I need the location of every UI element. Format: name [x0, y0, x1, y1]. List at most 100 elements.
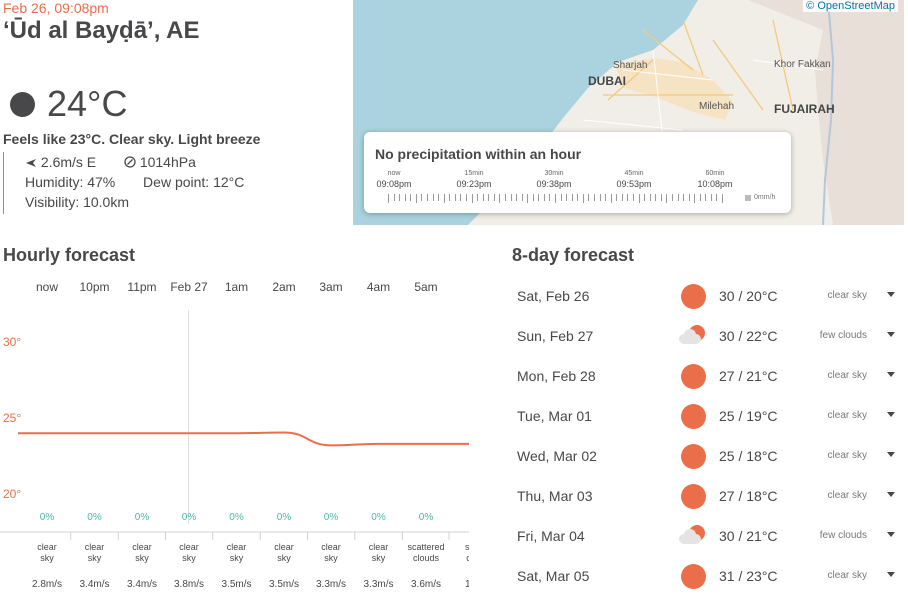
day-description: clear sky — [827, 370, 867, 381]
precip-tick — [443, 194, 445, 203]
wind-value: 2.6m/s E — [40, 154, 97, 170]
precip-tick — [594, 194, 595, 201]
hour-label: 3am — [319, 280, 343, 294]
day-description: clear sky — [827, 570, 867, 581]
precip-tick — [699, 194, 701, 201]
hour-wind: 1.8 — [465, 579, 469, 590]
chevron-down-icon[interactable] — [887, 292, 895, 297]
precip-tick — [521, 194, 523, 201]
map-label-milehah: Milehah — [699, 101, 735, 112]
precip-probability: 0% — [418, 512, 434, 523]
precip-tick — [571, 194, 573, 201]
precip-probability: 0% — [229, 512, 244, 523]
day-description: clear sky — [827, 490, 867, 501]
chevron-down-icon[interactable] — [887, 452, 895, 457]
precip-tick — [638, 194, 640, 203]
daily-row[interactable]: Sat, Feb 26 30 / 20°C clear sky — [511, 276, 908, 316]
precip-tick — [404, 194, 406, 201]
hour-wind: 3.8m/s — [173, 579, 204, 590]
precip-tick — [555, 194, 556, 203]
hour-description: scaclo — [464, 542, 469, 563]
precip-tick — [610, 194, 612, 203]
hour-label: Feb 27 — [170, 280, 208, 294]
precipitation-card: No precipitation within an hour now 09:0… — [364, 132, 791, 213]
day-temperature: 31 / 23°C — [719, 568, 778, 584]
wind-pressure-row: 2.6m/s E 1014hPa — [25, 152, 244, 172]
precip-tick — [488, 194, 490, 201]
precip-time-15: 15min 09:23pm — [456, 170, 492, 189]
precip-tick — [599, 194, 601, 201]
hour-description: clear sky — [226, 542, 247, 563]
hour-description: clear sky — [321, 542, 341, 563]
humidity-dew-row: Humidity: 47% Dew point: 12°C — [25, 172, 244, 192]
chevron-down-icon[interactable] — [887, 372, 895, 377]
precip-tick — [460, 194, 462, 201]
visibility-value: Visibility: 10.0km — [25, 194, 130, 210]
day-description: clear sky — [827, 410, 867, 421]
precip-tick — [415, 194, 417, 203]
pressure-value: 1014hPa — [139, 154, 196, 170]
hour-wind: 3.4m/s — [79, 579, 110, 590]
day-name: Sat, Mar 05 — [517, 568, 590, 584]
hour-label: 5am — [414, 280, 438, 294]
few-clouds-icon — [677, 523, 707, 549]
hour-label: 4am — [366, 280, 391, 294]
precip-tick — [644, 194, 646, 201]
precip-tick — [605, 194, 607, 201]
sun-icon — [677, 363, 707, 389]
daily-row[interactable]: Sun, Feb 27 30 / 22°C few clouds — [511, 316, 908, 356]
hour-label: 2am — [272, 280, 296, 294]
day-temperature: 30 / 21°C — [719, 528, 778, 544]
map-label-fujairah: FUJAIRAH — [774, 102, 835, 116]
map-label-dubai: DUBAI — [588, 74, 626, 88]
chevron-down-icon[interactable] — [887, 412, 895, 417]
precip-tick — [532, 194, 534, 201]
hour-description: clear sky — [84, 542, 105, 563]
precip-time-60: 60min 10:08pm — [697, 170, 733, 189]
sun-icon — [677, 283, 707, 309]
hour-label: 10pm — [79, 280, 110, 294]
daily-row[interactable]: Thu, Mar 03 27 / 18°C clear sky — [511, 476, 908, 516]
hour-wind: 3.5m/s — [268, 579, 299, 590]
precip-probability: 0% — [323, 512, 339, 523]
day-description: clear sky — [827, 450, 867, 461]
precip-tick — [393, 194, 395, 201]
precip-tick — [427, 194, 428, 201]
day-description: few clouds — [819, 530, 867, 541]
map-credit-link[interactable]: © OpenStreetMap — [803, 0, 898, 12]
daily-row[interactable]: Tue, Mar 01 25 / 19°C clear sky — [511, 396, 908, 436]
city-name: ‘Ūd al Bayḍā’, AE — [3, 17, 200, 44]
precipitation-legend: 0mm/h — [745, 194, 775, 201]
map-label-sharjah: Sharjah — [613, 60, 648, 71]
precip-tick — [582, 194, 584, 203]
temperature-value: 24°C — [47, 83, 128, 124]
day-name: Tue, Mar 01 — [517, 408, 592, 424]
y-axis-label: 20° — [3, 487, 22, 501]
hour-wind: 3.6m/s — [410, 579, 441, 590]
hour-description: clear sky — [179, 542, 199, 563]
precip-tick — [399, 194, 401, 201]
hour-description: clear sky — [37, 542, 57, 563]
precip-tick — [449, 194, 451, 201]
precip-tick — [549, 194, 551, 201]
day-description: few clouds — [819, 330, 867, 341]
precip-tick — [660, 194, 662, 201]
chevron-down-icon[interactable] — [887, 332, 895, 337]
precip-tick — [632, 194, 634, 201]
chevron-down-icon[interactable] — [887, 532, 895, 537]
hour-wind: 3.3m/s — [315, 579, 346, 590]
day-temperature: 25 / 18°C — [719, 448, 778, 464]
chevron-down-icon[interactable] — [887, 492, 895, 497]
daily-row[interactable]: Fri, Mar 04 30 / 21°C few clouds — [511, 516, 908, 556]
chevron-down-icon[interactable] — [887, 572, 895, 577]
precip-tick — [516, 194, 517, 201]
few-clouds-icon — [677, 323, 707, 349]
weather-summary: Feels like 23°C. Clear sky. Light breeze — [3, 131, 261, 147]
daily-row[interactable]: Wed, Mar 02 25 / 18°C clear sky — [511, 436, 908, 476]
daily-row[interactable]: Sat, Mar 05 31 / 23°C clear sky — [511, 556, 908, 596]
day-name: Fri, Mar 04 — [517, 528, 585, 544]
precip-tick — [538, 194, 540, 201]
daily-row[interactable]: Mon, Feb 28 27 / 21°C clear sky — [511, 356, 908, 396]
current-date: Feb 26, 09:08pm — [3, 0, 109, 16]
hourly-forecast[interactable]: now 0% clear sky 2.8m/s 10pm 0% clear sky 3.4m/s 1… — [0, 272, 469, 600]
